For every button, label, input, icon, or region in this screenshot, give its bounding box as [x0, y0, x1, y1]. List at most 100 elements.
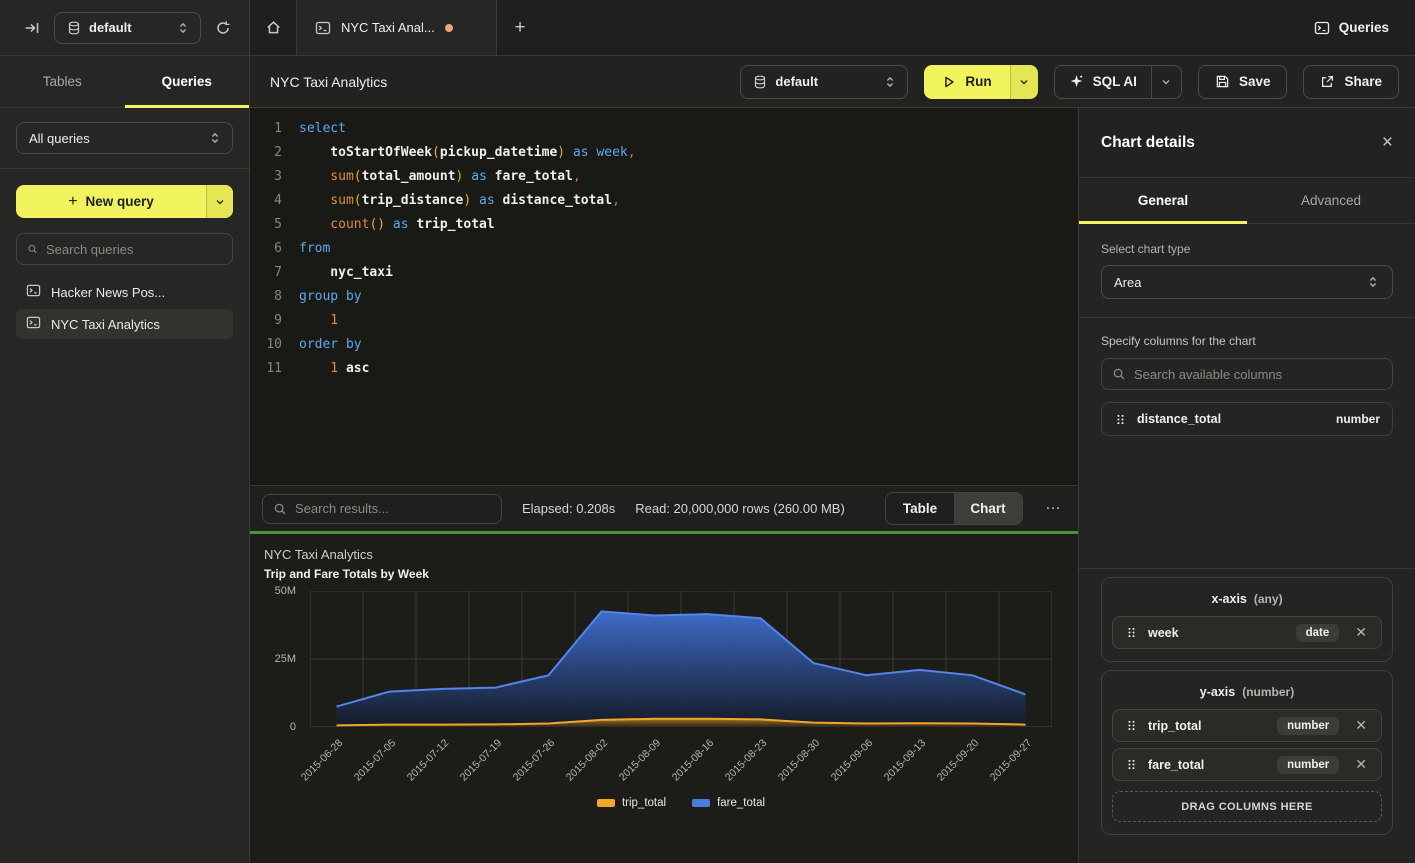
drag-handle-icon [1125, 758, 1138, 771]
collapse-sidebar-button[interactable] [20, 16, 44, 40]
toolbar-actions: default Run SQL AI [740, 65, 1399, 99]
refresh-button[interactable] [211, 16, 235, 40]
database-selector[interactable]: default [54, 12, 201, 44]
code-line[interactable]: 2toStartOfWeek(pickup_datetime) as week, [250, 141, 1078, 165]
y-tick-label: 25M [275, 653, 296, 665]
sql-ai-dropdown[interactable] [1151, 66, 1181, 98]
legend-item[interactable]: trip_total [597, 797, 666, 809]
axis-column-pill[interactable]: trip_totalnumber✕ [1112, 709, 1382, 742]
sidebar-query-item[interactable]: Hacker News Pos... [16, 277, 233, 307]
line-number: 9 [250, 309, 282, 333]
columns-label: Specify columns for the chart [1101, 334, 1393, 348]
close-panel-button[interactable]: × [1382, 133, 1393, 152]
drag-columns-dropzone[interactable]: DRAG COLUMNS HERE [1112, 791, 1382, 822]
divider [1079, 568, 1415, 569]
code-line[interactable]: 91 [250, 309, 1078, 333]
code-text: group by [282, 285, 362, 309]
results-search [262, 494, 502, 524]
code-line[interactable]: 1select [250, 117, 1078, 141]
tab-general[interactable]: General [1079, 178, 1247, 223]
results-toolbar: Elapsed: 0.208s Read: 20,000,000 rows (2… [250, 485, 1078, 531]
chart-type-select[interactable]: Area [1101, 265, 1393, 299]
y-tick-label: 50M [275, 585, 296, 597]
new-query-label: New query [86, 194, 154, 209]
save-button[interactable]: Save [1198, 65, 1288, 99]
columns-search-input[interactable] [1134, 367, 1382, 382]
x-tick-label: 2015-08-16 [670, 737, 716, 783]
search-icon [273, 502, 287, 516]
y-axis-columns: trip_totalnumber✕fare_totalnumber✕ [1112, 709, 1382, 781]
x-tick-label: 2015-09-13 [882, 737, 928, 783]
line-number: 2 [250, 141, 282, 165]
home-button[interactable] [250, 0, 297, 55]
search-icon [1112, 367, 1126, 381]
remove-column-button[interactable]: ✕ [1349, 715, 1373, 736]
new-query-button[interactable]: + New query [16, 185, 233, 218]
tab-queries[interactable]: Queries [125, 56, 250, 107]
sql-editor[interactable]: 1select2toStartOfWeek(pickup_datetime) a… [250, 108, 1078, 485]
code-line[interactable]: 4sum(trip_distance) as distance_total, [250, 189, 1078, 213]
line-number: 11 [250, 357, 282, 381]
code-line[interactable]: 6from [250, 237, 1078, 261]
available-column[interactable]: distance_totalnumber [1101, 402, 1393, 436]
x-axis-labels: 2015-06-282015-07-052015-07-122015-07-19… [310, 727, 1052, 791]
query-tab[interactable]: NYC Taxi Anal... [297, 0, 497, 55]
axis-column-pill[interactable]: fare_totalnumber✕ [1112, 748, 1382, 781]
toolbar-database-value: default [775, 74, 875, 89]
code-line[interactable]: 7nyc_taxi [250, 261, 1078, 285]
sidebar-query-item[interactable]: NYC Taxi Analytics [16, 309, 233, 339]
y-axis-card: y-axis (number) trip_totalnumber✕fare_to… [1101, 670, 1393, 835]
x-axis-card: x-axis (any) weekdate✕ [1101, 577, 1393, 662]
code-line[interactable]: 5count() as trip_total [250, 213, 1078, 237]
sidebar-body: All queries + New query Hacker News Pos.… [0, 108, 249, 339]
view-table-button[interactable]: Table [886, 493, 954, 524]
code-text: order by [282, 333, 362, 357]
code-line[interactable]: 10order by [250, 333, 1078, 357]
sql-ai-main[interactable]: SQL AI [1055, 74, 1151, 89]
elapsed-time: Elapsed: 0.208s [522, 501, 615, 516]
plus-icon: + [68, 193, 77, 211]
view-toggle: Table Chart [885, 492, 1023, 525]
tab-tables[interactable]: Tables [0, 56, 125, 107]
x-axis-header: x-axis (any) [1112, 588, 1382, 606]
new-tab-button[interactable]: + [497, 0, 543, 55]
line-number: 6 [250, 237, 282, 261]
code-line[interactable]: 111 asc [250, 357, 1078, 381]
legend-item[interactable]: fare_total [692, 797, 765, 809]
y-axis-hint: (number) [1242, 685, 1294, 699]
sidebar-header: default [0, 0, 250, 56]
new-query-dropdown[interactable] [206, 185, 233, 218]
results-search-input[interactable] [295, 501, 491, 516]
remove-column-button[interactable]: ✕ [1349, 622, 1373, 643]
select-chevrons-icon [883, 75, 897, 89]
code-line[interactable]: 8group by [250, 285, 1078, 309]
run-main[interactable]: Run [924, 65, 1009, 99]
run-options-dropdown[interactable] [1010, 65, 1038, 99]
code-line[interactable]: 3sum(total_amount) as fare_total, [250, 165, 1078, 189]
code-text: nyc_taxi [282, 261, 393, 285]
query-search-input[interactable] [46, 242, 222, 257]
x-axis-label: x-axis [1211, 592, 1246, 606]
sql-ai-label: SQL AI [1093, 74, 1137, 89]
more-options-button[interactable]: … [1043, 496, 1064, 522]
sql-console-app: default NYC Taxi Anal... + Queries [0, 0, 1415, 863]
refresh-icon [215, 20, 231, 36]
sql-ai-button[interactable]: SQL AI [1054, 65, 1182, 99]
run-button[interactable]: Run [924, 65, 1037, 99]
share-button[interactable]: Share [1303, 65, 1399, 99]
x-tick-label: 2015-07-19 [458, 737, 504, 783]
code-text: sum(trip_distance) as distance_total, [282, 189, 620, 213]
axis-column-pill[interactable]: weekdate✕ [1112, 616, 1382, 649]
chart-plot[interactable]: 50M25M0 [310, 591, 1052, 727]
tab-advanced[interactable]: Advanced [1247, 178, 1415, 223]
remove-column-button[interactable]: ✕ [1349, 754, 1373, 775]
toolbar-database-selector[interactable]: default [740, 65, 908, 99]
columns-search [1101, 358, 1393, 390]
column-type-badge: number [1277, 717, 1339, 735]
queries-panel-button[interactable]: Queries [1288, 0, 1415, 55]
view-chart-button[interactable]: Chart [954, 493, 1022, 524]
chevron-down-icon [1018, 76, 1030, 88]
query-filter-select[interactable]: All queries [16, 122, 233, 154]
query-list: Hacker News Pos...NYC Taxi Analytics [16, 277, 233, 339]
legend-swatch [597, 799, 615, 807]
